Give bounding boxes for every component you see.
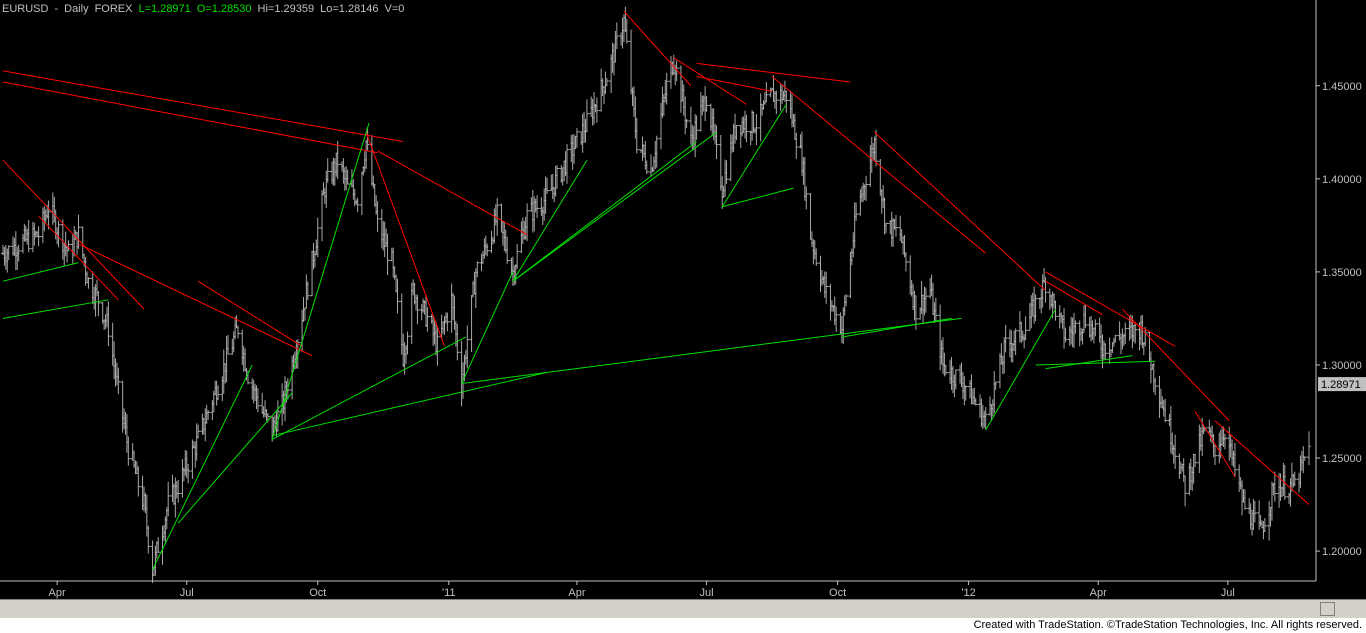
x-tick-label: Oct xyxy=(309,587,326,599)
open-price: O=1.28530 xyxy=(196,3,252,15)
x-tick-label: Jul xyxy=(1221,587,1235,599)
last-price-label: 1.28971 xyxy=(1321,379,1361,391)
copyright-text: Created with TradeStation. ©TradeStation… xyxy=(973,619,1362,631)
x-tick-label: '11 xyxy=(442,587,456,599)
x-tick-label: Apr xyxy=(568,587,585,599)
scroll-thumb[interactable] xyxy=(1320,602,1335,616)
plot-area xyxy=(0,0,1316,581)
horizontal-scrollbar[interactable] xyxy=(0,599,1366,619)
low-price: Lo=1.28146 xyxy=(320,3,379,15)
x-tick-label: Jul xyxy=(180,587,194,599)
interval-label: Daily xyxy=(64,3,89,15)
last-price: L=1.28971 xyxy=(138,3,191,15)
symbol-separator: - xyxy=(54,3,59,15)
symbol-info-bar: EURUSD - Daily FOREX L=1.28971 O=1.28530 Hi=1.… xyxy=(2,3,410,15)
y-tick-label: 1.20000 xyxy=(1322,546,1362,558)
y-tick-label: 1.35000 xyxy=(1322,267,1362,279)
last-price-marker: 1.28971 xyxy=(1318,377,1366,392)
x-tick-label: Jul xyxy=(700,587,714,599)
x-tick-label: Apr xyxy=(49,587,66,599)
exchange-label: FOREX xyxy=(94,3,133,15)
x-tick-label: Apr xyxy=(1090,587,1107,599)
x-tick-label: Oct xyxy=(829,587,846,599)
y-tick-label: 1.40000 xyxy=(1322,174,1362,186)
y-tick-label: 1.30000 xyxy=(1322,360,1362,372)
symbol-name: EURUSD xyxy=(2,3,49,15)
y-tick-label: 1.25000 xyxy=(1322,453,1362,465)
y-tick-label: 1.45000 xyxy=(1322,81,1362,93)
volume: V=0 xyxy=(384,3,405,15)
price-chart[interactable]: 1.20000 1.25000 1.30000 1.35000 1.40000 1.450… xyxy=(0,0,1366,600)
footer: Created with TradeStation. ©TradeStation… xyxy=(0,618,1366,633)
x-tick-label: '12 xyxy=(961,587,975,599)
high-price: Hi=1.29359 xyxy=(257,3,315,15)
